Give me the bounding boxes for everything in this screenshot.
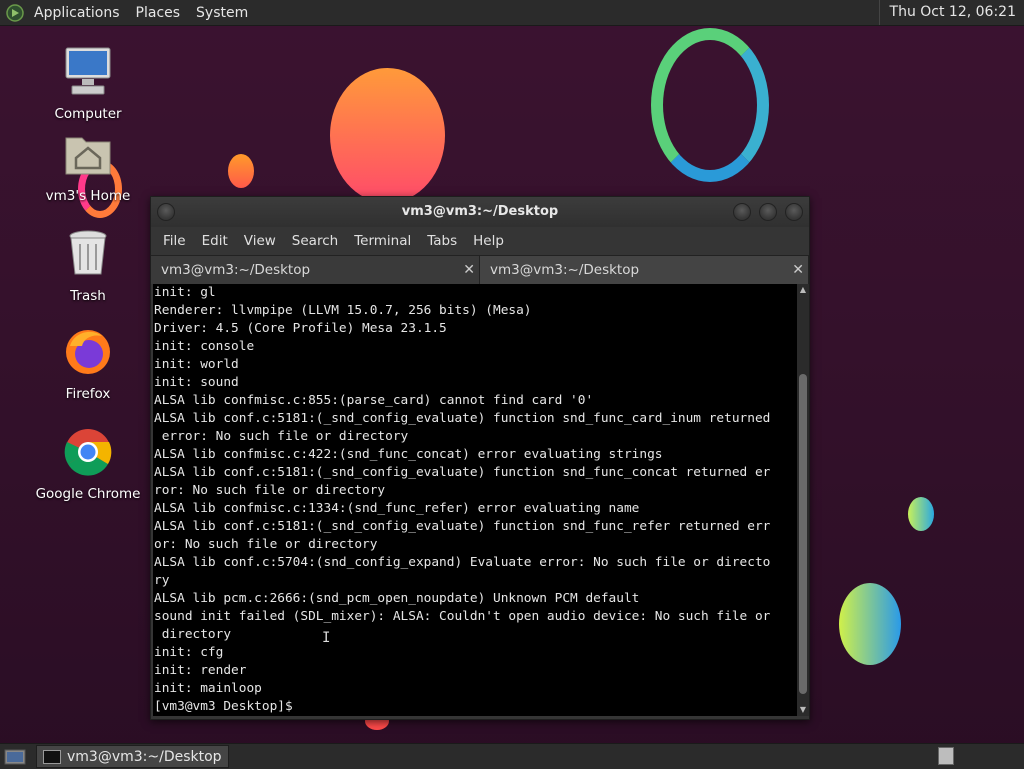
terminal-tabbar: vm3@vm3:~/Desktop ✕ vm3@vm3:~/Desktop ✕ <box>151 255 809 284</box>
terminal-line: sound init failed (SDL_mixer): ALSA: Cou… <box>154 609 771 624</box>
terminal-line: Driver: 4.5 (Core Profile) Mesa 23.1.5 <box>154 321 447 336</box>
menu-tabs[interactable]: Tabs <box>419 233 465 249</box>
applications-menu-icon[interactable] <box>6 3 24 22</box>
menu-help[interactable]: Help <box>465 233 512 249</box>
terminal-line: Renderer: llvmpipe (LLVM 15.0.7, 256 bit… <box>154 303 532 318</box>
workspace-switcher[interactable] <box>938 747 954 765</box>
terminal-tab[interactable]: vm3@vm3:~/Desktop ✕ <box>151 256 480 284</box>
trash-icon <box>69 230 107 275</box>
terminal-window[interactable]: vm3@vm3:~/Desktop File Edit View Search … <box>150 196 810 720</box>
home-folder-icon <box>65 137 111 175</box>
window-menu-button[interactable] <box>157 203 175 221</box>
wallpaper-green-blue-blob <box>839 583 901 665</box>
terminal-line: init: console <box>154 339 255 354</box>
taskbar-window-button[interactable]: vm3@vm3:~/Desktop <box>36 745 229 768</box>
wallpaper-orange-blob <box>330 68 445 203</box>
terminal-line: ror: No such file or directory <box>154 483 386 498</box>
wallpaper-small-orange-dot <box>228 154 254 188</box>
desktop-icon-trash[interactable]: Trash <box>33 228 143 304</box>
terminal-line: ALSA lib confmisc.c:1334:(snd_func_refer… <box>154 501 640 516</box>
terminal-line: init: cfg <box>154 645 224 660</box>
terminal-line: ALSA lib conf.c:5181:(_snd_config_evalua… <box>154 465 771 480</box>
tab-label: vm3@vm3:~/Desktop <box>161 262 311 278</box>
bottom-panel: vm3@vm3:~/Desktop <box>0 743 1024 769</box>
terminal-line: init: gl <box>154 285 216 300</box>
terminal-icon <box>43 749 61 764</box>
desktop-icon-home[interactable]: vm3's Home <box>33 128 143 204</box>
show-desktop-icon[interactable] <box>4 748 26 766</box>
places-menu[interactable]: Places <box>128 5 189 21</box>
desktop-icon-label: Firefox <box>65 386 111 402</box>
clock[interactable]: Thu Oct 12, 06:21 <box>878 0 1024 25</box>
computer-icon <box>65 47 111 95</box>
terminal-line: ALSA lib confmisc.c:855:(parse_card) can… <box>154 393 594 408</box>
tab-label: vm3@vm3:~/Desktop <box>490 262 640 278</box>
text-cursor-icon: I <box>322 630 331 646</box>
terminal-line: init: mainloop <box>154 681 262 696</box>
terminal-line: init: world <box>154 357 239 372</box>
firefox-icon <box>66 330 110 374</box>
terminal-menubar: File Edit View Search Terminal Tabs Help <box>151 227 809 255</box>
terminal-line: ALSA lib confmisc.c:422:(snd_func_concat… <box>154 447 663 462</box>
minimize-button[interactable] <box>733 203 751 221</box>
desktop-icon-firefox[interactable]: Firefox <box>33 326 143 402</box>
tab-close-icon[interactable]: ✕ <box>463 256 475 284</box>
terminal-line: ry <box>154 573 170 588</box>
desktop-icon-computer[interactable]: Computer <box>33 46 143 122</box>
top-panel: Applications Places System Thu Oct 12, 0… <box>0 0 1024 26</box>
scroll-up-arrow-icon[interactable]: ▲ <box>797 284 809 296</box>
menu-search[interactable]: Search <box>284 233 346 249</box>
menu-view[interactable]: View <box>236 233 284 249</box>
terminal-line: directory <box>154 627 232 642</box>
desktop-icon-label: Computer <box>54 106 122 122</box>
maximize-button[interactable] <box>759 203 777 221</box>
menu-terminal[interactable]: Terminal <box>346 233 419 249</box>
applications-menu[interactable]: Applications <box>26 5 128 21</box>
scroll-down-arrow-icon[interactable]: ▼ <box>797 704 809 716</box>
terminal-line: init: sound <box>154 375 239 390</box>
system-menu[interactable]: System <box>188 5 256 21</box>
desktop-icon-label: Trash <box>70 288 106 304</box>
terminal-line: ALSA lib conf.c:5181:(_snd_config_evalua… <box>154 411 771 426</box>
terminal-line: init: render <box>154 663 247 678</box>
terminal-scrollbar[interactable]: ▲ ▼ <box>797 284 809 716</box>
wallpaper-green-ring <box>651 28 769 182</box>
wallpaper-teal-dot <box>908 497 934 531</box>
terminal-line: or: No such file or directory <box>154 537 378 552</box>
desktop-icon-label: Google Chrome <box>35 486 141 502</box>
menu-edit[interactable]: Edit <box>194 233 236 249</box>
chrome-icon <box>64 429 112 476</box>
desktop-icon-label: vm3's Home <box>45 188 131 204</box>
tab-close-icon[interactable]: ✕ <box>792 256 804 284</box>
close-button[interactable] <box>785 203 803 221</box>
terminal-line: ALSA lib pcm.c:2666:(snd_pcm_open_noupda… <box>154 591 640 606</box>
terminal-line: ALSA lib conf.c:5181:(_snd_config_evalua… <box>154 519 771 534</box>
terminal-text: init: gl Renderer: llvmpipe (LLVM 15.0.7… <box>153 284 797 716</box>
terminal-line: [vm3@vm3 Desktop]$ <box>154 699 301 714</box>
window-titlebar[interactable]: vm3@vm3:~/Desktop <box>151 197 809 227</box>
terminal-tab-active[interactable]: vm3@vm3:~/Desktop ✕ <box>480 256 809 284</box>
terminal-line: error: No such file or directory <box>154 429 409 444</box>
terminal-output[interactable]: init: gl Renderer: llvmpipe (LLVM 15.0.7… <box>153 284 797 716</box>
terminal-line: ALSA lib conf.c:5704:(snd_config_expand)… <box>154 555 771 570</box>
menu-file[interactable]: File <box>155 233 194 249</box>
window-title: vm3@vm3:~/Desktop <box>401 204 559 219</box>
desktop-icon-google-chrome[interactable]: Google Chrome <box>33 426 143 502</box>
taskbar-window-label: vm3@vm3:~/Desktop <box>67 748 222 765</box>
scrollbar-thumb[interactable] <box>799 374 807 694</box>
